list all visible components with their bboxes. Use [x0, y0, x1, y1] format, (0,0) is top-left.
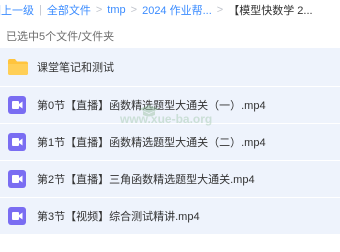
- folder-icon: [8, 59, 28, 75]
- file-row-video[interactable]: 第3节【视频】综合测试精讲.mp4: [0, 198, 340, 234]
- breadcrumb-back-link[interactable]: 回上一级: [0, 2, 34, 18]
- video-icon: [8, 170, 26, 188]
- video-icon: [8, 133, 26, 151]
- breadcrumb-tmp[interactable]: tmp: [107, 4, 125, 16]
- breadcrumb-chevron: >: [216, 4, 224, 16]
- breadcrumb-all-files[interactable]: 全部文件: [47, 2, 91, 18]
- file-row-folder[interactable]: 课堂笔记和测试: [0, 48, 340, 86]
- file-name: 第0节【直播】函数精选题型大通关（一）.mp4: [37, 100, 266, 112]
- breadcrumb-chevron: >: [130, 4, 138, 16]
- file-name: 第1节【直播】函数精选题型大通关（二）.mp4: [37, 137, 266, 149]
- file-row-video[interactable]: 第2节【直播】三角函数精选题型大通关.mp4: [0, 161, 340, 197]
- file-list: 课堂笔记和测试 第0节【直播】函数精选题型大通关（一）.mp4 第1节【直播】函…: [0, 48, 340, 235]
- breadcrumb: 回上一级 | 全部文件 > tmp > 2024 作业帮... > 【模型快数学…: [0, 0, 340, 20]
- file-name: 第3节【视频】综合测试精讲.mp4: [37, 211, 200, 223]
- selection-count: 已选中5个文件/文件夹: [6, 31, 115, 43]
- video-icon: [8, 207, 26, 225]
- breadcrumb-separator: |: [39, 4, 42, 16]
- file-row-video[interactable]: 第0节【直播】函数精选题型大通关（一）.mp4: [0, 87, 340, 123]
- breadcrumb-current: 【模型快数学 2...: [228, 5, 313, 17]
- breadcrumb-chevron: >: [95, 4, 103, 16]
- file-row-video[interactable]: 第1节【直播】函数精选题型大通关（二）.mp4: [0, 124, 340, 160]
- video-icon: [8, 96, 26, 114]
- file-name: 第2节【直播】三角函数精选题型大通关.mp4: [37, 174, 255, 186]
- file-name: 课堂笔记和测试: [37, 62, 114, 74]
- breadcrumb-2024[interactable]: 2024 作业帮...: [142, 2, 212, 18]
